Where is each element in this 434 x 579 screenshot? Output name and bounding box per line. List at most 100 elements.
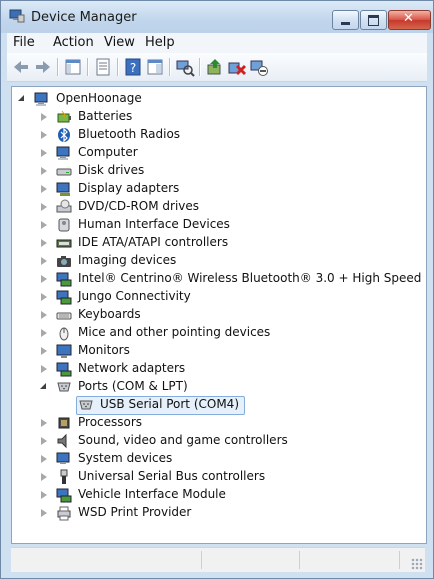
speaker-icon	[57, 433, 67, 449]
tree-category[interactable]: Display adapters	[38, 180, 422, 198]
tree-category[interactable]: Batteries	[38, 108, 422, 126]
tree-category[interactable]: Jungo Connectivity	[38, 288, 422, 306]
toolbar-separator	[199, 58, 201, 76]
bluetooth-icon	[58, 127, 70, 143]
forward-arrow-icon[interactable]	[33, 57, 53, 77]
tree-item-label: Jungo Connectivity	[78, 289, 191, 303]
menu-view[interactable]: View	[104, 35, 135, 50]
menu-action[interactable]: Action	[53, 35, 94, 50]
update-driver-icon[interactable]	[205, 57, 225, 77]
maximize-button[interactable]	[360, 10, 387, 30]
tree-item-label: Imaging devices	[78, 253, 177, 267]
tree-category[interactable]: Keyboards	[38, 306, 422, 324]
disk-drive-icon	[56, 168, 72, 176]
tree-category[interactable]: DVD/CD-ROM drives	[38, 198, 422, 216]
resize-grip[interactable]	[411, 558, 423, 570]
keyboard-icon	[56, 312, 72, 320]
expand-arrow-icon[interactable]	[41, 167, 47, 175]
collapse-arrow-icon[interactable]	[18, 95, 24, 101]
properties-icon[interactable]	[93, 57, 113, 77]
computer-icon	[34, 92, 48, 106]
expand-arrow-icon[interactable]	[41, 329, 47, 337]
disable-device-icon[interactable]	[249, 57, 269, 77]
expand-arrow-icon[interactable]	[41, 311, 47, 319]
back-arrow-icon[interactable]	[11, 57, 31, 77]
tree-category[interactable]: Computer	[38, 144, 422, 162]
expand-arrow-icon[interactable]	[41, 293, 47, 301]
toolbar-separator	[169, 58, 171, 76]
tree-item-label: Keyboards	[78, 307, 141, 321]
tree-category[interactable]: Processors	[38, 414, 422, 432]
tree-category[interactable]: Intel® Centrino® Wireless Bluetooth® 3.0…	[38, 270, 426, 288]
tree-category[interactable]: Universal Serial Bus controllers	[38, 468, 422, 486]
expand-arrow-icon[interactable]	[41, 419, 47, 427]
menu-help[interactable]: Help	[145, 35, 175, 50]
device-manager-icon	[9, 9, 25, 23]
tree-category[interactable]: IDE ATA/ATAPI controllers	[38, 234, 422, 252]
expand-arrow-icon[interactable]	[41, 131, 47, 139]
tree-item-label: Batteries	[78, 109, 133, 123]
minimize-button[interactable]	[332, 10, 359, 30]
tree-category[interactable]: Sound, video and game controllers	[38, 432, 422, 450]
close-button[interactable]	[388, 10, 431, 30]
expand-arrow-icon[interactable]	[41, 203, 47, 211]
help-icon[interactable]: ?	[123, 57, 143, 77]
network-adapter-icon	[56, 362, 72, 377]
svg-text:?: ?	[130, 61, 136, 75]
uninstall-icon[interactable]	[227, 57, 247, 77]
scan-hardware-icon[interactable]	[175, 57, 195, 77]
tree-category[interactable]: Disk drives	[38, 162, 422, 180]
tree-item-label: WSD Print Provider	[78, 505, 192, 519]
status-cell	[11, 551, 202, 569]
tree-item-label: Computer	[78, 145, 138, 159]
toolbar-separator	[117, 58, 119, 76]
tree-category[interactable]: Human Interface Devices	[38, 216, 422, 234]
device-tree[interactable]: OpenHoonage Batteries Bluetooth Radios Com…	[11, 86, 427, 544]
port-icon	[79, 400, 93, 410]
usb-icon	[60, 469, 68, 484]
expand-arrow-icon[interactable]	[41, 257, 47, 265]
expand-arrow-icon[interactable]	[41, 239, 47, 247]
tree-category[interactable]: Ports (COM & LPT)	[38, 378, 422, 396]
tree-category[interactable]: WSD Print Provider	[38, 504, 422, 522]
expand-arrow-icon[interactable]	[41, 221, 47, 229]
tree-category[interactable]: Network adapters	[38, 360, 422, 378]
tree-category[interactable]: System devices	[38, 450, 422, 468]
tree-item-label: Display adapters	[78, 181, 180, 195]
tree-category[interactable]: Vehicle Interface Module	[38, 486, 422, 504]
tree-category[interactable]: Imaging devices	[38, 252, 422, 270]
tree-category[interactable]: Monitors	[38, 342, 422, 360]
tree-item-label: Universal Serial Bus controllers	[78, 469, 266, 483]
tree-device[interactable]: USB Serial Port (COM4)	[60, 396, 422, 415]
title-bar[interactable]: Device Manager	[1, 1, 433, 33]
tree-category[interactable]: Mice and other pointing devices	[38, 324, 422, 342]
expand-arrow-icon[interactable]	[41, 149, 47, 157]
tree-item-label: System devices	[78, 451, 173, 465]
tree-category[interactable]: Bluetooth Radios	[38, 126, 422, 144]
status-cell	[201, 551, 300, 569]
menu-file[interactable]: File	[13, 35, 35, 50]
action-pane-icon[interactable]	[145, 57, 165, 77]
system-device-icon	[56, 452, 70, 464]
tree-item-label: Human Interface Devices	[78, 217, 230, 231]
collapse-arrow-icon[interactable]	[40, 383, 46, 389]
camera-icon	[57, 256, 71, 267]
expand-arrow-icon[interactable]	[41, 473, 47, 481]
expand-arrow-icon[interactable]	[41, 365, 47, 373]
expand-arrow-icon[interactable]	[41, 455, 47, 463]
processor-icon	[58, 417, 70, 429]
root-label: OpenHoonage	[56, 91, 142, 105]
expand-arrow-icon[interactable]	[41, 185, 47, 193]
monitor-icon	[56, 344, 72, 358]
show-hide-console-tree-icon[interactable]	[63, 57, 83, 77]
expand-arrow-icon[interactable]	[41, 347, 47, 355]
window-title: Device Manager	[31, 10, 137, 25]
tree-item-label: Bluetooth Radios	[78, 127, 181, 141]
expand-arrow-icon[interactable]	[41, 275, 47, 283]
expand-arrow-icon[interactable]	[41, 437, 47, 445]
expand-arrow-icon[interactable]	[41, 491, 47, 499]
tree-item-label: Network adapters	[78, 361, 186, 375]
expand-arrow-icon[interactable]	[41, 509, 47, 517]
tree-root[interactable]: OpenHoonage	[16, 90, 216, 108]
expand-arrow-icon[interactable]	[41, 113, 47, 121]
